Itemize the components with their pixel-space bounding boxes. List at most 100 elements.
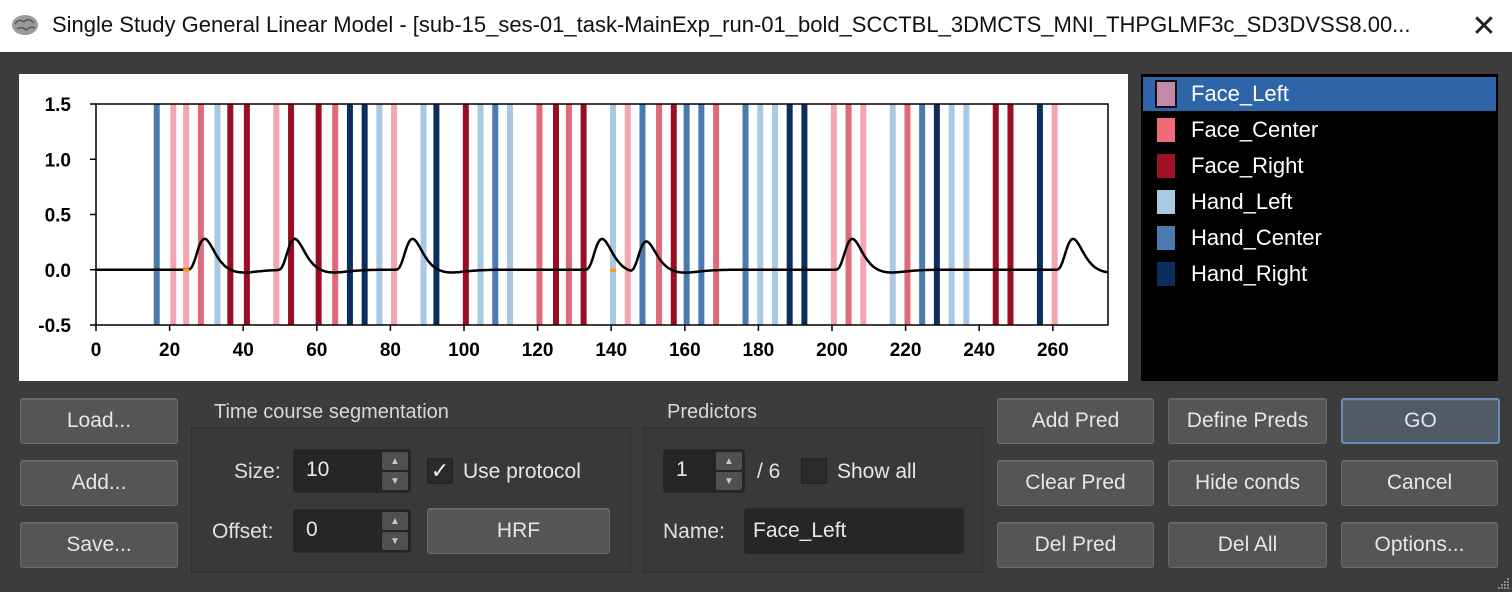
- event-bar: [492, 104, 499, 325]
- spin-buttons: ▲ ▼: [382, 512, 408, 550]
- condition-label: Hand_Left: [1191, 189, 1293, 214]
- options-button[interactable]: Options...: [1341, 522, 1498, 568]
- spin-up-icon[interactable]: ▲: [382, 512, 408, 530]
- event-bar: [462, 104, 469, 325]
- x-tick-label: 60: [306, 340, 327, 361]
- predictor-index-spinbox[interactable]: 1 ▲ ▼: [663, 449, 745, 493]
- event-bar: [507, 104, 513, 325]
- event-bar: [683, 104, 690, 325]
- event-bar: [565, 104, 572, 325]
- event-bar: [757, 104, 764, 325]
- spin-up-icon[interactable]: ▲: [716, 452, 742, 470]
- load-button[interactable]: Load...: [20, 398, 178, 444]
- event-bar: [536, 104, 543, 325]
- event-bar: [197, 104, 204, 325]
- event-bar: [992, 104, 999, 325]
- event-bar: [963, 104, 970, 325]
- condition-item-face-left[interactable]: Face_Left: [1143, 77, 1496, 111]
- x-tick-label: 180: [743, 340, 775, 361]
- event-bar: [1007, 104, 1014, 325]
- y-tick-label: 1.0: [45, 150, 71, 171]
- close-icon[interactable]: ✕: [1466, 8, 1502, 44]
- predictor-name-value: Face_Left: [753, 519, 847, 542]
- event-bar: [273, 104, 280, 325]
- event-bar: [933, 104, 940, 325]
- time-course-chart: 1.5 1.0 0.5 0.0 -0.5 0 20 40 60 80 100 120 140 160 180…: [19, 74, 1128, 381]
- define-preds-button[interactable]: Define Preds: [1168, 398, 1327, 444]
- x-tick-label: 240: [963, 340, 995, 361]
- condition-color-swatch: [1155, 80, 1177, 108]
- event-bar: [183, 104, 190, 325]
- offset-label: Offset:: [212, 520, 274, 543]
- condition-color-swatch: [1157, 154, 1175, 178]
- resize-grip-icon[interactable]: [1496, 576, 1510, 590]
- size-spinbox[interactable]: 10 ▲ ▼: [293, 449, 411, 493]
- event-bar: [624, 104, 631, 325]
- add-button[interactable]: Add...: [20, 460, 178, 506]
- go-button[interactable]: GO: [1341, 398, 1500, 444]
- offset-spinbox[interactable]: 0 ▲ ▼: [293, 509, 411, 553]
- use-protocol-label: Use protocol: [463, 460, 581, 483]
- del-all-button[interactable]: Del All: [1168, 522, 1327, 568]
- event-bar: [610, 104, 617, 325]
- cancel-button[interactable]: Cancel: [1341, 460, 1498, 506]
- event-bar: [214, 104, 221, 325]
- event-bar: [830, 104, 837, 325]
- clear-pred-button[interactable]: Clear Pred: [997, 460, 1154, 506]
- x-tick-label: 160: [669, 340, 701, 361]
- event-bar: [845, 104, 852, 325]
- x-tick-label: 120: [522, 340, 554, 361]
- condition-item-hand-right[interactable]: Hand_Right: [1143, 257, 1496, 291]
- condition-label: Face_Right: [1191, 153, 1304, 178]
- add-pred-button[interactable]: Add Pred: [997, 398, 1154, 444]
- offset-value: 0: [306, 518, 318, 541]
- spin-down-icon[interactable]: ▼: [382, 472, 408, 490]
- event-bar: [361, 104, 368, 325]
- event-bar: [376, 104, 383, 325]
- hide-conds-button[interactable]: Hide conds: [1168, 460, 1327, 506]
- spin-down-icon[interactable]: ▼: [382, 532, 408, 550]
- event-bar: [420, 104, 427, 325]
- condition-item-face-center[interactable]: Face_Center: [1143, 113, 1496, 147]
- condition-item-face-right[interactable]: Face_Right: [1143, 149, 1496, 183]
- event-bar: [742, 104, 749, 325]
- x-tick-label: 200: [816, 340, 848, 361]
- event-bar: [656, 104, 663, 325]
- event-bar: [227, 104, 234, 325]
- chart-svg: 1.5 1.0 0.5 0.0 -0.5 0 20 40 60 80 100 120 140 160 180…: [38, 95, 1109, 361]
- predictors-group-label: Predictors: [667, 401, 758, 423]
- event-bar: [713, 104, 720, 325]
- spin-down-icon[interactable]: ▼: [716, 472, 742, 490]
- y-tick-label: 1.5: [45, 95, 72, 116]
- x-tick-label: 140: [595, 340, 627, 361]
- condition-list[interactable]: Face_Left Face_Center Face_Right Hand_Le…: [1141, 74, 1498, 381]
- x-tick-label: 260: [1037, 340, 1069, 361]
- save-button[interactable]: Save...: [20, 522, 178, 568]
- event-bar: [786, 104, 793, 325]
- event-bar: [332, 104, 339, 325]
- event-bar: [639, 104, 646, 325]
- x-tick-label: 40: [233, 340, 254, 361]
- event-bar: [288, 104, 295, 325]
- condition-label: Hand_Center: [1191, 225, 1322, 250]
- predictor-index-value: 1: [676, 458, 688, 481]
- event-bar: [1036, 104, 1043, 325]
- condition-color-swatch: [1157, 118, 1175, 142]
- brain-icon: [12, 15, 38, 35]
- event-bar: [771, 104, 778, 325]
- condition-item-hand-center[interactable]: Hand_Center: [1143, 221, 1496, 255]
- event-bar: [1051, 104, 1058, 325]
- predictor-name-field[interactable]: Face_Left: [744, 508, 964, 554]
- condition-item-hand-left[interactable]: Hand_Left: [1143, 185, 1496, 219]
- use-protocol-checkbox[interactable]: ✓: [427, 458, 453, 484]
- spin-buttons: ▲ ▼: [716, 452, 742, 490]
- hrf-button[interactable]: HRF: [427, 508, 610, 554]
- event-bar: [391, 104, 398, 325]
- show-all-checkbox[interactable]: [801, 458, 827, 484]
- del-pred-button[interactable]: Del Pred: [997, 522, 1154, 568]
- segmentation-group-label: Time course segmentation: [214, 401, 449, 423]
- x-tick-label: 0: [91, 340, 102, 361]
- x-tick-label: 220: [890, 340, 922, 361]
- spin-up-icon[interactable]: ▲: [382, 452, 408, 470]
- event-bar: [860, 104, 867, 325]
